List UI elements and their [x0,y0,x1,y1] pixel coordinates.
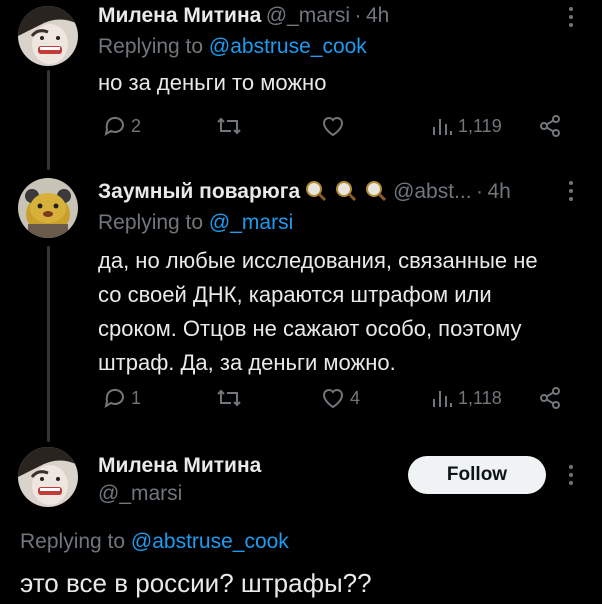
tweet2-reply-button[interactable]: 1 [103,386,141,410]
heart-icon [322,117,344,137]
tweet1-author-name[interactable]: Милена Митина [98,4,261,27]
tweet1-handle[interactable]: @_marsi [266,4,350,27]
tweet1-time[interactable]: 4h [366,4,389,27]
tweet2-text-line: со своей ДНК, караются штрафом или [98,282,492,307]
tweet2-author-name[interactable]: Заумный поварюга [98,180,300,203]
tweet2-text: да, но любые исследования, связанные не … [98,244,538,380]
views-icon [433,391,452,407]
avatar-zaumny[interactable] [18,178,78,238]
tweet3-replying-link[interactable]: @abstruse_cook [131,530,289,553]
tweet2-header: Заумный поварюга @abst... · 4h [98,180,511,207]
tweet2-sep: · [476,180,484,203]
more-icon[interactable] [566,6,576,28]
share-icon [540,115,560,137]
tweet1-replying-link[interactable]: @abstruse_cook [209,35,367,58]
reply-icon [104,116,124,137]
tweet3-replying: Replying to @abstruse_cook [20,530,289,554]
tweet2-time[interactable]: 4h [487,180,510,203]
tweet1-replying-prefix: Replying to [98,35,204,58]
more-icon[interactable] [566,464,576,486]
heart-icon [322,389,344,409]
tweet2-text-line: штраф. Да, за деньги можно. [98,350,396,375]
tweet3-text: это все в россии? штрафы?? [20,568,372,598]
tweet2-handle[interactable]: @abst... [393,180,472,203]
more-icon[interactable] [566,180,576,202]
tweet3-replying-prefix: Replying to [20,530,126,553]
tweet2-replying: Replying to @_marsi [98,211,293,235]
tweet2-text-line: да, но любые исследования, связанные не [98,248,538,273]
tweet1-views-button[interactable]: 1,119 [430,114,502,138]
tweet3-handle[interactable]: @_marsi [98,482,182,506]
tweet2-retweet-button[interactable] [216,386,242,410]
magnifier-emoji-icon [305,181,326,202]
tweet3-author-name[interactable]: Милена Митина [98,454,261,478]
retweet-icon [217,389,241,407]
tweet2-like-button[interactable]: 4 [320,386,360,410]
tweet2-views-count: 1,118 [458,387,502,408]
tweet2-share-button[interactable] [538,386,562,410]
tweet1-replying: Replying to @abstruse_cook [98,35,367,59]
tweet2-reply-count: 1 [131,387,142,408]
avatar-milena-2[interactable] [18,447,78,507]
tweet2-like-count: 4 [350,387,361,408]
views-icon [433,119,452,135]
tweet2-replying-prefix: Replying to [98,211,204,234]
avatar-milena-1[interactable] [18,6,78,66]
tweet2-replying-link[interactable]: @_marsi [209,211,293,234]
tweet2-views-button[interactable]: 1,118 [430,386,502,410]
tweet2-text-line: сроком. Отцов не сажают особо, поэтому [98,316,522,341]
tweet1-reply-count: 2 [131,115,142,136]
tweet1-text: но за деньги то можно [98,70,327,95]
share-icon [540,387,560,409]
tweet1-sep: · [354,4,362,27]
thread-line-1 [47,70,50,170]
tweet1-share-button[interactable] [538,114,562,138]
tweet1-header: Милена Митина @_marsi · 4h [98,4,389,28]
tweet1-views-count: 1,119 [458,115,502,136]
thread-line-2 [47,246,50,442]
reply-icon [104,388,124,409]
tweet1-reply-button[interactable]: 2 [103,114,141,138]
follow-button[interactable]: Follow [408,456,546,494]
tweet2-emoji-badges [305,180,389,207]
tweet1-like-button[interactable] [320,114,346,138]
retweet-icon [217,117,241,135]
tweet1-retweet-button[interactable] [216,114,242,138]
